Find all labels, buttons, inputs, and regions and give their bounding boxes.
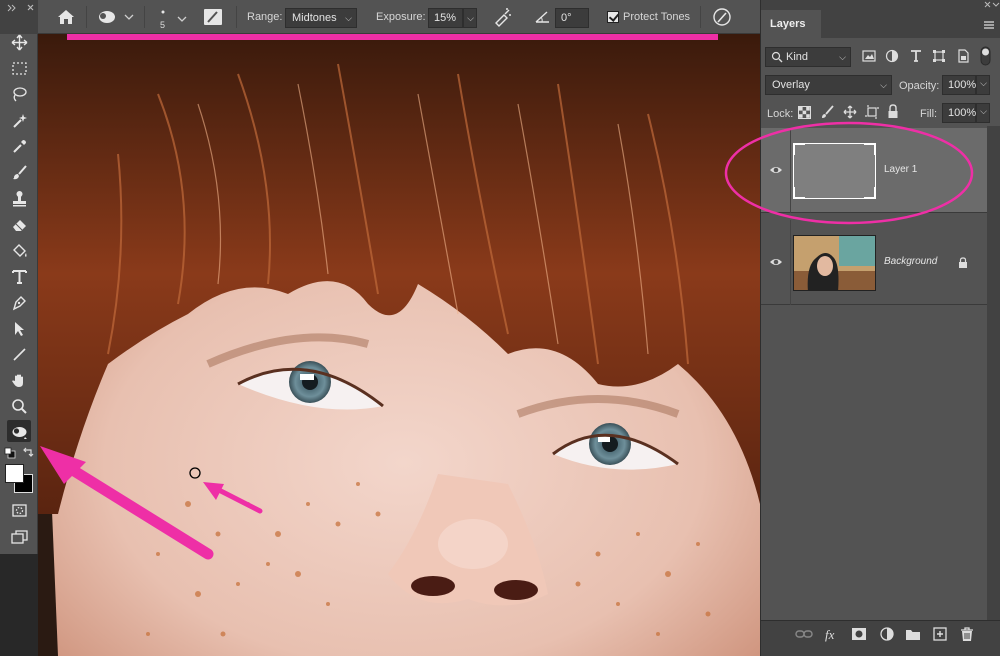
tools-panel	[0, 0, 38, 554]
lock-icon	[959, 257, 967, 268]
chevron-down-icon: ⌵	[839, 52, 846, 62]
opacity-input[interactable]: 100%	[942, 75, 976, 95]
protect-tones-checkbox[interactable]	[607, 11, 619, 23]
new-layer-icon[interactable]	[931, 626, 949, 642]
annotation-ellipse	[724, 121, 974, 225]
protect-tones-label: Protect Tones	[623, 11, 691, 23]
filter-smart-object-icon[interactable]	[956, 49, 970, 63]
exposure-label: Exposure:	[376, 11, 426, 23]
exposure-input[interactable]: 15%	[428, 8, 463, 28]
range-label: Range:	[247, 11, 283, 23]
angle-icon	[534, 9, 552, 25]
clone-stamp-icon[interactable]	[7, 187, 31, 209]
opacity-slider-toggle[interactable]: ⌵	[976, 75, 990, 95]
delete-layer-icon[interactable]	[958, 626, 976, 642]
filter-pixel-icon[interactable]	[862, 49, 876, 63]
filter-toggle-switch[interactable]	[980, 46, 991, 66]
pen-icon[interactable]	[7, 291, 31, 313]
search-icon	[771, 51, 783, 63]
layers-tab[interactable]: Layers	[761, 10, 821, 38]
layer-thumbnail	[793, 235, 876, 291]
brush-icon[interactable]	[7, 161, 31, 183]
link-layers-icon[interactable]	[795, 626, 813, 642]
new-group-icon[interactable]	[904, 626, 922, 642]
quick-mask-icon[interactable]	[7, 499, 31, 521]
blend-mode-select[interactable]: Overlay ⌵	[765, 75, 892, 95]
separator	[86, 6, 87, 28]
brush-size-label: 5	[160, 20, 166, 30]
rectangular-marquee-icon[interactable]	[7, 57, 31, 79]
brush-settings-icon[interactable]	[203, 8, 223, 26]
swap-colors-icon[interactable]	[22, 446, 34, 458]
eyedropper-icon[interactable]	[7, 135, 31, 157]
toolbar-header	[0, 0, 38, 34]
default-colors-icon[interactable]	[4, 447, 16, 459]
layer-name: Background	[884, 256, 938, 267]
filter-shape-icon[interactable]	[932, 49, 946, 63]
filter-kind-select[interactable]: Kind ⌵	[765, 47, 851, 67]
separator	[236, 6, 237, 28]
angle-value: 0°	[561, 12, 572, 24]
layers-scrollbar[interactable]	[987, 126, 1000, 620]
hand-icon[interactable]	[7, 369, 31, 391]
pressure-size-icon[interactable]	[711, 7, 733, 27]
chevron-down-icon: ⌵	[467, 13, 474, 23]
opacity-label: Opacity:	[899, 80, 940, 92]
add-mask-icon[interactable]	[850, 626, 868, 642]
visibility-toggle[interactable]	[761, 220, 791, 305]
angle-input[interactable]: 0°	[555, 8, 589, 28]
screen-mode-icon[interactable]	[7, 526, 31, 548]
layers-panel: Layers Kind ⌵ Overlay ⌵ Opacity: 100% ⌵ …	[724, 0, 1000, 656]
range-select[interactable]: Midtones ⌵	[285, 8, 357, 28]
photo-boy-face	[38, 34, 760, 656]
chevron-down-icon: ⌵	[345, 13, 352, 23]
type-tool-icon[interactable]	[7, 265, 31, 287]
separator	[700, 6, 701, 28]
path-selection-icon[interactable]	[7, 317, 31, 339]
paint-bucket-icon[interactable]	[7, 239, 31, 261]
chevron-down-icon: ⌵	[980, 106, 987, 116]
separator	[144, 6, 145, 28]
annotation-highlight-bar	[67, 34, 718, 40]
exposure-value: 15%	[434, 12, 457, 24]
quick-selection-icon[interactable]	[7, 109, 31, 131]
home-icon[interactable]	[55, 7, 77, 27]
lock-image-pixels-icon[interactable]	[821, 105, 835, 119]
brush-preset-picker[interactable]: 5	[152, 4, 188, 32]
opacity-value: 100%	[948, 79, 977, 91]
chevron-down-icon: ⌵	[880, 80, 887, 90]
range-select-value: Midtones	[292, 12, 337, 24]
line-tool-icon[interactable]	[7, 343, 31, 365]
chevron-down-icon: ⌵	[980, 78, 987, 88]
adjustment-layer-icon[interactable]	[878, 626, 896, 642]
layer-style-fx-icon[interactable]: fx	[823, 626, 841, 642]
move-tool-icon[interactable]	[7, 31, 31, 53]
lock-artboard-icon[interactable]	[865, 105, 879, 119]
foreground-color-swatch[interactable]	[5, 464, 24, 483]
svg-text:fx: fx	[825, 627, 835, 642]
burn-tool-icon[interactable]	[7, 420, 31, 442]
document-canvas[interactable]	[38, 34, 760, 656]
panel-tabbar	[761, 0, 1000, 10]
layer-row-background[interactable]: Background	[761, 220, 987, 305]
filter-kind-value: Kind	[786, 51, 809, 63]
filter-adjustment-icon[interactable]	[885, 49, 899, 63]
panel-menu-icon[interactable]	[983, 20, 995, 30]
exposure-slider-toggle[interactable]: ⌵	[463, 8, 477, 28]
eraser-icon[interactable]	[7, 213, 31, 235]
zoom-icon[interactable]	[7, 395, 31, 417]
blend-mode-value: Overlay	[772, 79, 810, 91]
lasso-icon[interactable]	[7, 83, 31, 105]
eye-icon	[770, 259, 782, 265]
filter-type-icon[interactable]	[909, 49, 923, 63]
airbrush-icon[interactable]	[492, 7, 514, 27]
lock-position-icon[interactable]	[843, 105, 857, 119]
lock-all-icon[interactable]	[887, 104, 899, 119]
tool-preset-picker[interactable]	[96, 8, 136, 26]
